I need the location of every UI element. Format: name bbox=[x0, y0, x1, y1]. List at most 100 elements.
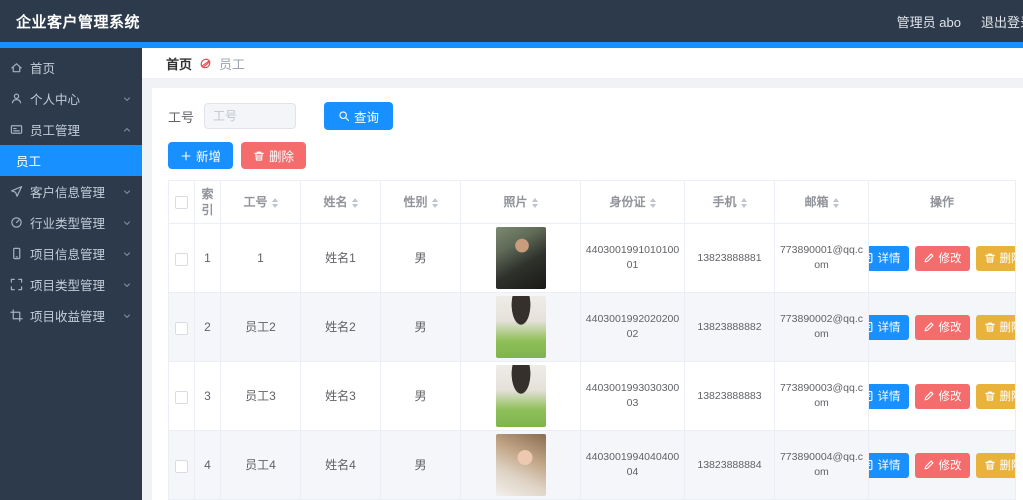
sidebar-item-label: 员工管理 bbox=[30, 124, 81, 138]
cell-job-no: 员工3 bbox=[220, 361, 301, 432]
sidebar-item-project-revenue[interactable]: 项目收益管理 bbox=[0, 300, 142, 331]
cell-gender: 男 bbox=[380, 223, 461, 294]
cell-email: 773890002@qq.com bbox=[774, 292, 869, 363]
sort-icon bbox=[740, 197, 747, 208]
row-checkbox[interactable] bbox=[175, 390, 188, 404]
edit-button[interactable]: 修改 bbox=[914, 314, 970, 340]
sidebar-item-label: 项目信息管理 bbox=[30, 248, 106, 262]
crop-icon bbox=[10, 309, 23, 322]
cell-index: 2 bbox=[194, 292, 221, 363]
sidebar-item-personal-center[interactable]: 个人中心 bbox=[0, 83, 142, 114]
employee-table-body: 1 1 姓名1 男 440300199101010001 13823888881… bbox=[168, 223, 1016, 500]
delete-button[interactable]: 删除 bbox=[975, 383, 1015, 409]
cell-job-no: 员工2 bbox=[220, 292, 301, 363]
job-no-input[interactable] bbox=[204, 103, 297, 129]
pencil-icon bbox=[923, 321, 935, 333]
cell-job-no: 员工4 bbox=[220, 430, 301, 500]
cell-id-card: 440300199101010001 bbox=[580, 223, 685, 294]
employee-table: 索引 工号 姓名 性别 照片 身份证 手机 邮箱 操作 1 1 姓名1 男 44… bbox=[168, 179, 1016, 500]
row-checkbox[interactable] bbox=[175, 459, 188, 473]
cell-gender: 男 bbox=[380, 361, 461, 432]
search-form: 工号 查询 bbox=[168, 102, 1007, 130]
select-all-checkbox[interactable] bbox=[175, 196, 188, 210]
add-button[interactable]: 新增 bbox=[168, 142, 234, 169]
breadcrumb-separator-icon bbox=[198, 57, 213, 70]
header-actions: 操作 bbox=[868, 179, 1016, 225]
main-area: 首页 员工 工号 查询 新增 删除 bbox=[142, 48, 1023, 500]
detail-button[interactable]: 详情 bbox=[869, 452, 909, 478]
cell-email: 773890004@qq.com bbox=[774, 430, 869, 500]
chevron-down-icon bbox=[122, 187, 132, 197]
sidebar-item-home[interactable]: 首页 bbox=[0, 52, 142, 83]
cell-email: 773890003@qq.com bbox=[774, 361, 869, 432]
document-icon bbox=[869, 459, 874, 471]
trash-icon bbox=[984, 459, 996, 471]
pencil-icon bbox=[923, 459, 935, 471]
device-icon bbox=[10, 247, 23, 260]
logout-link[interactable]: 退出登录 bbox=[981, 12, 1023, 31]
sidebar-item-project-type[interactable]: 项目类型管理 bbox=[0, 269, 142, 300]
delete-button[interactable]: 删除 bbox=[975, 245, 1015, 271]
delete-button[interactable]: 删除 bbox=[975, 452, 1015, 478]
breadcrumb-home[interactable]: 首页 bbox=[166, 54, 192, 73]
cell-id-card: 440300199202020002 bbox=[580, 292, 685, 363]
header-gender[interactable]: 性别 bbox=[380, 179, 461, 225]
employee-photo bbox=[495, 227, 546, 290]
cell-job-no: 1 bbox=[220, 223, 301, 294]
pencil-icon bbox=[923, 252, 935, 264]
document-icon bbox=[869, 321, 874, 333]
cell-id-card: 440300199404040004 bbox=[580, 430, 685, 500]
header-phone[interactable]: 手机 bbox=[684, 179, 775, 225]
chevron-down-icon bbox=[122, 249, 132, 259]
navbar-right: 管理员 abo 退出登录 bbox=[897, 12, 1023, 31]
row-checkbox[interactable] bbox=[175, 321, 188, 335]
header-photo[interactable]: 照片 bbox=[460, 179, 581, 225]
edit-button[interactable]: 修改 bbox=[914, 245, 970, 271]
employee-photo bbox=[495, 296, 546, 359]
current-user-label[interactable]: 管理员 abo bbox=[897, 12, 961, 31]
cell-email: 773890001@qq.com bbox=[774, 223, 869, 294]
chevron-down-icon bbox=[122, 311, 132, 321]
sidebar-item-customer-info[interactable]: 客户信息管理 bbox=[0, 176, 142, 207]
header-email[interactable]: 邮箱 bbox=[774, 179, 869, 225]
trash-icon bbox=[984, 252, 996, 264]
detail-button[interactable]: 详情 bbox=[869, 383, 909, 409]
sort-icon bbox=[832, 197, 839, 208]
sidebar-item-employee-management[interactable]: 员工管理 bbox=[0, 114, 142, 145]
sidebar-item-project-info[interactable]: 项目信息管理 bbox=[0, 238, 142, 269]
employee-photo bbox=[495, 434, 546, 497]
sidebar-item-label: 项目收益管理 bbox=[30, 310, 106, 324]
sidebar: 首页 个人中心 员工管理 员工 客户信息管理 行业类型管理 项目信息管理 项目类… bbox=[0, 48, 142, 500]
table-row: 4 员工4 姓名4 男 440300199404040004 138238888… bbox=[168, 430, 1016, 500]
gauge-icon bbox=[10, 216, 23, 229]
sidebar-item-label: 员工 bbox=[16, 155, 42, 169]
table-header-row: 索引 工号 姓名 性别 照片 身份证 手机 邮箱 操作 bbox=[168, 179, 1016, 225]
table-row: 1 1 姓名1 男 440300199101010001 13823888881… bbox=[168, 223, 1016, 294]
sort-icon bbox=[271, 197, 278, 208]
document-icon bbox=[869, 252, 874, 264]
table-toolbar: 新增 删除 bbox=[168, 142, 1007, 169]
edit-button[interactable]: 修改 bbox=[914, 452, 970, 478]
detail-button[interactable]: 详情 bbox=[869, 314, 909, 340]
header-index: 索引 bbox=[194, 179, 221, 225]
row-checkbox[interactable] bbox=[175, 252, 188, 266]
table-row: 3 员工3 姓名3 男 440300199303030003 138238888… bbox=[168, 361, 1016, 432]
query-button[interactable]: 查询 bbox=[324, 102, 394, 130]
sidebar-item-employee[interactable]: 员工 bbox=[0, 145, 142, 176]
cell-name: 姓名4 bbox=[300, 430, 381, 500]
header-id-card[interactable]: 身份证 bbox=[580, 179, 685, 225]
edit-button[interactable]: 修改 bbox=[914, 383, 970, 409]
header-name[interactable]: 姓名 bbox=[300, 179, 381, 225]
brackets-icon bbox=[10, 278, 23, 291]
cell-index: 3 bbox=[194, 361, 221, 432]
detail-button[interactable]: 详情 bbox=[869, 245, 909, 271]
delete-button[interactable]: 删除 bbox=[975, 314, 1015, 340]
cell-index: 1 bbox=[194, 223, 221, 294]
bulk-delete-button[interactable]: 删除 bbox=[241, 142, 307, 169]
home-icon bbox=[10, 61, 23, 74]
trash-icon bbox=[984, 321, 996, 333]
sidebar-item-industry-type[interactable]: 行业类型管理 bbox=[0, 207, 142, 238]
employee-photo bbox=[495, 365, 546, 428]
header-job-no[interactable]: 工号 bbox=[220, 179, 301, 225]
cell-phone: 13823888882 bbox=[684, 292, 775, 363]
